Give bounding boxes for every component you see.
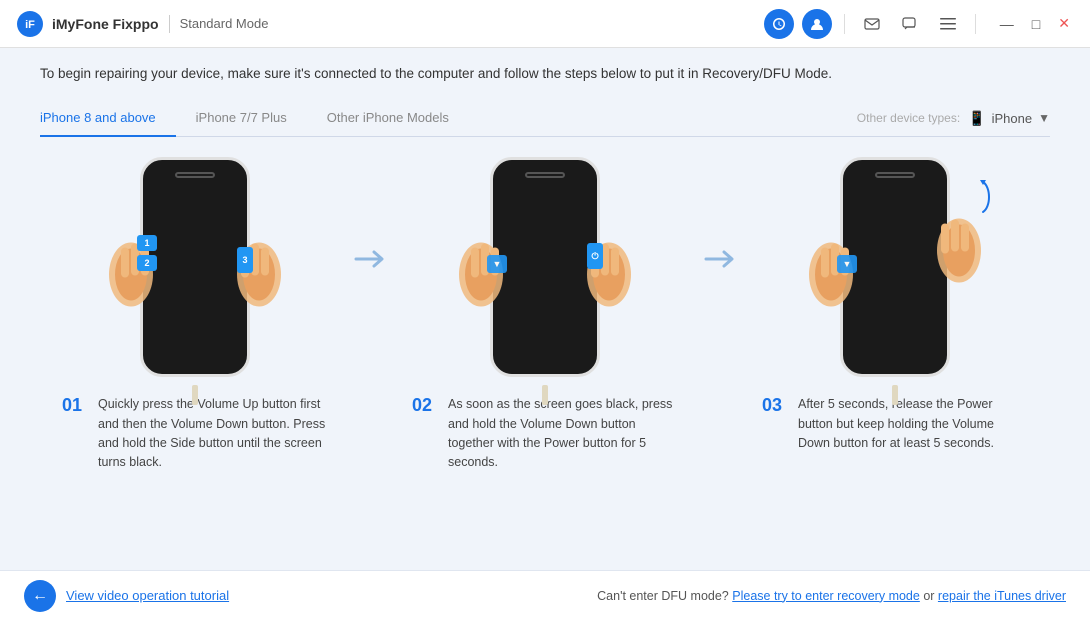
sep-2: [975, 14, 976, 34]
device-select-group[interactable]: 📱 iPhone ▼: [968, 110, 1050, 127]
itunes-link[interactable]: repair the iTunes driver: [938, 589, 1066, 603]
tab-other-iphone[interactable]: Other iPhone Models: [307, 100, 469, 137]
footer-left: ← View video operation tutorial: [24, 580, 229, 612]
step-block-2: ▼ ⏻ 02 As soon as the screen goes black,…: [390, 147, 700, 473]
app-name: iMyFone Fixppo: [52, 16, 159, 32]
other-device-label: Other device types:: [857, 111, 960, 125]
recovery-mode-link[interactable]: Please try to enter recovery mode: [732, 589, 920, 603]
maximize-button[interactable]: □: [1028, 14, 1044, 34]
footer-right: Can't enter DFU mode? Please try to ente…: [597, 589, 1066, 603]
step-num-1: 01: [62, 395, 90, 416]
footer: ← View video operation tutorial Can't en…: [0, 570, 1090, 620]
update-icon[interactable]: [764, 9, 794, 39]
sep-1: [844, 14, 845, 34]
or-text: or: [923, 589, 938, 603]
window-controls: — □ ✕: [996, 13, 1074, 34]
steps-area: 1 2 3 01 Quickly press: [40, 137, 1050, 570]
phone-notch-1: [175, 172, 215, 178]
toolbar-icons: — □ ✕: [764, 9, 1074, 39]
close-button[interactable]: ✕: [1054, 13, 1074, 34]
step-num-3: 03: [762, 395, 790, 416]
dfu-text: Can't enter DFU mode?: [597, 589, 729, 603]
chat-icon[interactable]: [895, 9, 925, 39]
step-desc-1: 01 Quickly press the Volume Up button fi…: [50, 395, 340, 473]
phone-cable-2: [542, 385, 548, 405]
step-block-3: ▼ 03: [740, 147, 1050, 453]
video-tutorial-link[interactable]: View video operation tutorial: [66, 588, 229, 603]
device-icon: 📱: [968, 110, 985, 127]
dropdown-arrow-icon[interactable]: ▼: [1038, 111, 1050, 125]
power-indicator-1: 3: [237, 247, 253, 273]
arrow-2: [700, 147, 740, 271]
phone-cable-3: [892, 385, 898, 405]
vol-down-indicator-3: ▼: [837, 255, 857, 273]
phone-notch-3: [875, 172, 915, 178]
phone-illustration-3: ▼: [795, 147, 995, 387]
phone-notch-2: [525, 172, 565, 178]
main-content: To begin repairing your device, make sur…: [0, 48, 1090, 570]
step-desc-2: 02 As soon as the screen goes black, pre…: [400, 395, 690, 473]
app-logo: iF: [16, 10, 44, 38]
tab-iphone8-above[interactable]: iPhone 8 and above: [40, 100, 176, 137]
step-text-1: Quickly press the Volume Up button first…: [98, 395, 328, 473]
step-block-1: 1 2 3 01 Quickly press: [40, 147, 350, 473]
tab-iphone7[interactable]: iPhone 7/7 Plus: [176, 100, 307, 137]
svg-text:iF: iF: [25, 19, 35, 31]
title-divider: [169, 15, 170, 33]
mode-label: Standard Mode: [180, 16, 269, 31]
vol-up-indicator: 1: [137, 235, 157, 251]
step-num-2: 02: [412, 395, 440, 416]
power-indicator-2: ⏻: [587, 243, 603, 269]
tab-bar: iPhone 8 and above iPhone 7/7 Plus Other…: [40, 100, 1050, 137]
vol-down-indicator: 2: [137, 255, 157, 271]
mail-icon[interactable]: [857, 9, 887, 39]
step-text-3: After 5 seconds, release the Power butto…: [798, 395, 1028, 453]
device-select-value: iPhone: [992, 111, 1032, 126]
menu-icon[interactable]: [933, 9, 963, 39]
phone-illustration-1: 1 2 3: [95, 147, 295, 387]
title-bar: iF iMyFone Fixppo Standard Mode: [0, 0, 1090, 48]
phone-illustration-2: ▼ ⏻: [445, 147, 645, 387]
instruction-text: To begin repairing your device, make sur…: [40, 64, 1050, 84]
phone-cable-1: [192, 385, 198, 405]
arrow-1: [350, 147, 390, 271]
minimize-button[interactable]: —: [996, 14, 1018, 34]
profile-icon[interactable]: [802, 9, 832, 39]
back-button[interactable]: ←: [24, 580, 56, 612]
vol-down-indicator-2: ▼: [487, 255, 507, 273]
step-text-2: As soon as the screen goes black, press …: [448, 395, 678, 473]
